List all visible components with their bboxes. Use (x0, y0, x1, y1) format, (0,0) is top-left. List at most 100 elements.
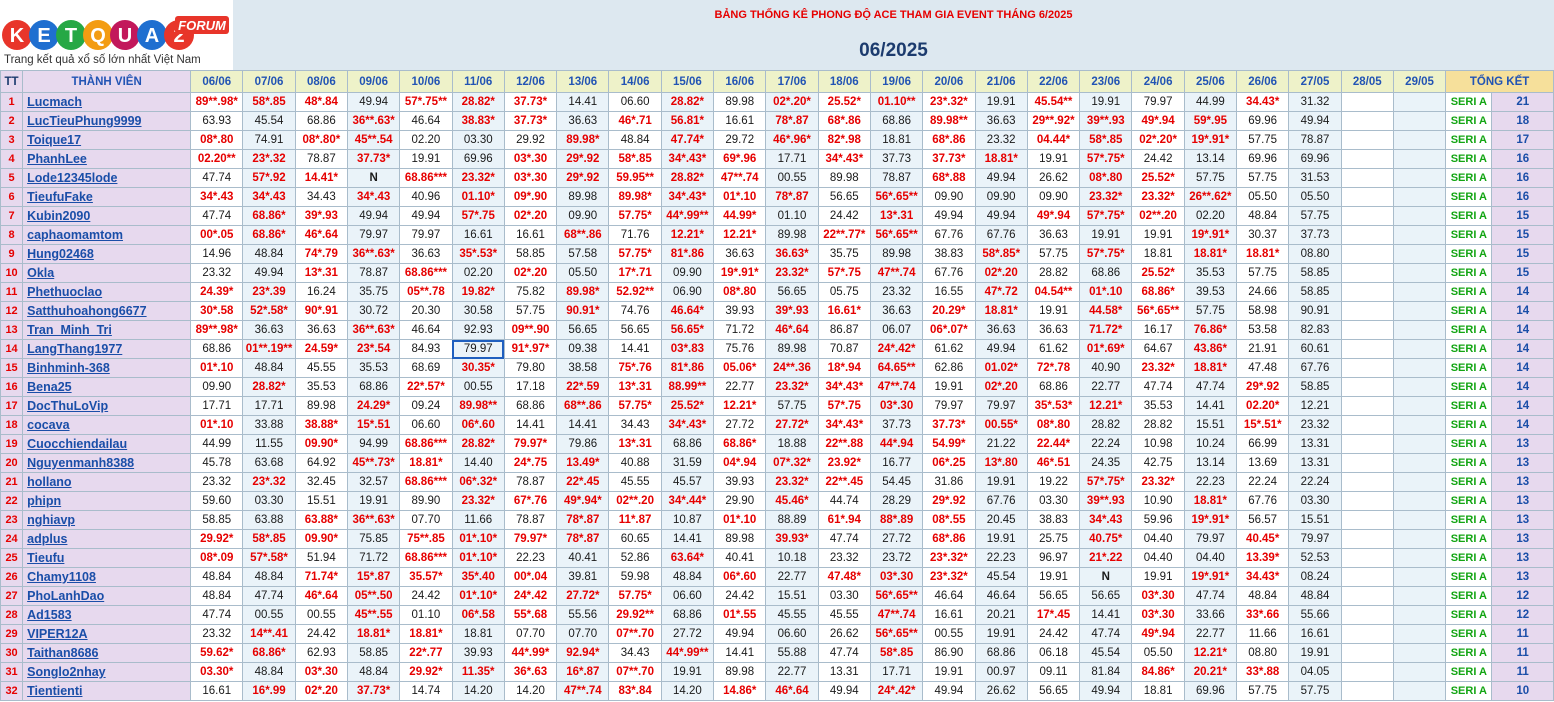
result-cell[interactable]: 37.73* (346, 149, 401, 169)
result-cell[interactable]: 00*.04 (503, 567, 558, 587)
result-cell[interactable]: 08*.55 (922, 510, 976, 530)
result-cell[interactable]: 37.73 (869, 415, 924, 435)
result-cell[interactable]: 26.62 (974, 681, 1028, 701)
result-cell[interactable]: 46.64 (399, 320, 453, 340)
result-cell[interactable]: 09.90 (660, 263, 715, 283)
result-cell[interactable] (1392, 396, 1447, 416)
result-cell[interactable]: 15.51 (294, 491, 348, 511)
result-cell[interactable]: 44.99 (190, 434, 244, 454)
result-cell[interactable]: 47.48 (1236, 358, 1290, 378)
result-cell[interactable]: 28.82* (451, 434, 505, 454)
result-cell[interactable]: 29**.92* (1026, 111, 1081, 131)
result-cell[interactable]: 46*.51 (1026, 453, 1081, 473)
result-cell[interactable]: 36**.63* (346, 111, 401, 131)
result-cell[interactable]: 37.73* (346, 681, 401, 701)
result-cell[interactable]: 01.02* (974, 358, 1028, 378)
result-cell[interactable]: 08*.80 (1026, 415, 1081, 435)
result-cell[interactable]: 39.93 (713, 472, 767, 492)
result-cell[interactable]: 39**.93 (1079, 491, 1133, 511)
total-column-header[interactable]: TỔNG KẾT (1445, 70, 1554, 93)
result-cell[interactable]: 75*.76 (608, 358, 662, 378)
result-cell[interactable]: 20.29* (922, 301, 976, 321)
result-cell[interactable]: 07.70 (399, 510, 453, 530)
result-cell[interactable] (1340, 92, 1394, 112)
result-cell[interactable]: 47.48* (817, 567, 871, 587)
result-cell[interactable]: 22*.59 (556, 377, 610, 397)
row-number-cell[interactable]: 15 (0, 358, 24, 378)
result-cell[interactable]: 59.62* (190, 643, 244, 663)
row-number-cell[interactable]: 32 (0, 681, 24, 701)
result-cell[interactable]: 78.87 (869, 168, 924, 188)
result-cell[interactable]: 33*.88 (1236, 662, 1290, 682)
result-cell[interactable]: 19.91 (660, 662, 715, 682)
result-cell[interactable]: 13.14 (1183, 453, 1238, 473)
seri-cell[interactable]: SERI A (1445, 168, 1493, 188)
result-cell[interactable]: 05.75 (817, 282, 871, 302)
result-cell[interactable]: 06*.60 (713, 567, 767, 587)
result-cell[interactable]: 22*.57* (399, 377, 453, 397)
result-cell[interactable]: 12.21* (713, 396, 767, 416)
result-cell[interactable]: 24.42 (1131, 149, 1185, 169)
date-column-header[interactable]: 27/05 (1288, 70, 1342, 93)
total-score-cell[interactable]: 15 (1491, 225, 1554, 245)
row-number-cell[interactable]: 22 (0, 491, 24, 511)
result-cell[interactable]: 34*.44* (660, 491, 715, 511)
result-cell[interactable]: 09.24 (399, 396, 453, 416)
total-score-cell[interactable]: 13 (1491, 529, 1554, 549)
result-cell[interactable]: 57.75 (765, 396, 819, 416)
date-column-header[interactable]: 06/06 (190, 70, 244, 93)
result-cell[interactable]: 64.92 (294, 453, 348, 473)
result-cell[interactable]: 68.86 (974, 643, 1028, 663)
result-cell[interactable]: 67.76 (922, 263, 976, 283)
result-cell[interactable]: 15.51 (1288, 510, 1342, 530)
result-cell[interactable]: 56*.65** (1131, 301, 1185, 321)
result-cell[interactable]: 68*.86 (817, 111, 871, 131)
result-cell[interactable]: 39.53 (1183, 282, 1238, 302)
result-cell[interactable] (1392, 415, 1447, 435)
result-cell[interactable]: 56.65 (1026, 586, 1081, 606)
result-cell[interactable]: 58.98 (1236, 301, 1290, 321)
result-cell[interactable]: 47**.74 (869, 377, 924, 397)
date-column-header[interactable]: 07/06 (242, 70, 296, 93)
result-cell[interactable]: 79.97* (503, 529, 558, 549)
result-cell[interactable]: 49.94 (346, 92, 401, 112)
result-cell[interactable]: 49*.94* (556, 491, 610, 511)
result-cell[interactable]: 91*.97* (503, 339, 558, 359)
member-name-link[interactable]: PhanhLee (22, 149, 192, 169)
result-cell[interactable]: 18.88 (765, 434, 819, 454)
member-name-link[interactable]: Toique17 (22, 130, 192, 150)
result-cell[interactable]: 63.93 (190, 111, 244, 131)
total-score-cell[interactable]: 14 (1491, 415, 1554, 435)
result-cell[interactable]: 09.90* (294, 529, 348, 549)
result-cell[interactable]: 04.44* (1026, 130, 1081, 150)
result-cell[interactable]: 49.94 (713, 624, 767, 644)
seri-cell[interactable]: SERI A (1445, 301, 1493, 321)
result-cell[interactable]: 58*.85 (869, 643, 924, 663)
result-cell[interactable]: 81.84 (1079, 662, 1133, 682)
result-cell[interactable]: 89.98** (922, 111, 976, 131)
total-score-cell[interactable]: 14 (1491, 301, 1554, 321)
result-cell[interactable]: 96.97 (1026, 548, 1081, 568)
result-cell[interactable]: 11.66 (451, 510, 505, 530)
member-name-link[interactable]: Cuocchiendailau (22, 434, 192, 454)
result-cell[interactable]: 35.53 (1131, 396, 1185, 416)
result-cell[interactable]: 19.91 (1026, 567, 1081, 587)
result-cell[interactable]: 23.92* (817, 453, 871, 473)
result-cell[interactable]: 57.75* (608, 244, 662, 264)
row-number-cell[interactable]: 17 (0, 396, 24, 416)
result-cell[interactable]: 23.32 (817, 548, 871, 568)
seri-cell[interactable]: SERI A (1445, 529, 1493, 549)
result-cell[interactable]: 68.86 (346, 377, 401, 397)
result-cell[interactable] (1340, 510, 1394, 530)
result-cell[interactable]: 89.98 (294, 396, 348, 416)
result-cell[interactable]: 68.86*** (399, 168, 453, 188)
result-cell[interactable]: 27.72 (869, 529, 924, 549)
result-cell[interactable]: 19.22 (1026, 472, 1081, 492)
total-score-cell[interactable]: 12 (1491, 586, 1554, 606)
result-cell[interactable]: 09.38 (556, 339, 610, 359)
result-cell[interactable]: 08.24 (1288, 567, 1342, 587)
result-cell[interactable]: 14.20 (660, 681, 715, 701)
result-cell[interactable]: 69.96 (451, 149, 505, 169)
result-cell[interactable] (1340, 187, 1394, 207)
result-cell[interactable]: 28.82* (660, 168, 715, 188)
